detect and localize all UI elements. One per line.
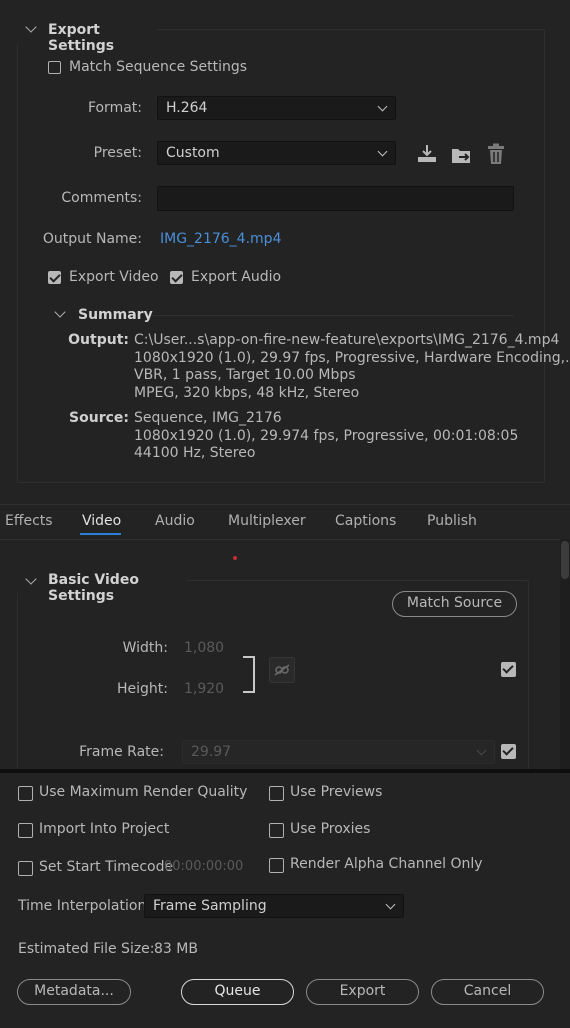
width-label: Width:: [122, 640, 168, 656]
summary-source-line: 1080x1920 (1.0), 29.974 fps, Progressive…: [134, 427, 519, 444]
import-into-project-checkbox[interactable]: [18, 823, 33, 838]
queue-button[interactable]: Queue: [181, 979, 294, 1005]
summary-divider: [150, 315, 514, 316]
frame-rate-checkbox[interactable]: [501, 744, 516, 759]
comments-label: Comments:: [61, 190, 142, 206]
metadata-button[interactable]: Metadata...: [17, 979, 131, 1005]
frame-rate-dropdown[interactable]: 29.97: [182, 740, 495, 764]
export-settings-header[interactable]: Export Settings: [17, 14, 157, 54]
width-value[interactable]: 1,080: [184, 640, 224, 656]
set-start-timecode-checkbox[interactable]: [18, 861, 33, 876]
frame-rate-value: 29.97: [191, 744, 232, 760]
render-alpha-label[interactable]: Render Alpha Channel Only: [290, 856, 483, 872]
set-start-timecode-label[interactable]: Set Start Timecode: [39, 859, 173, 875]
tab-captions[interactable]: Captions: [335, 513, 396, 529]
summary-output-label: Output:: [68, 332, 129, 348]
tab-publish[interactable]: Publish: [427, 513, 477, 529]
chevron-down-icon: [377, 146, 388, 157]
tab-multiplexer[interactable]: Multiplexer: [228, 513, 306, 529]
basic-video-title: Basic Video Settings: [48, 572, 139, 604]
max-render-quality-checkbox[interactable]: [18, 786, 33, 801]
active-tab-underline: [80, 533, 121, 535]
time-interpolation-value: Frame Sampling: [153, 898, 267, 914]
time-interpolation-dropdown[interactable]: Frame Sampling: [144, 894, 404, 918]
cancel-button[interactable]: Cancel: [431, 979, 544, 1005]
frame-rate-label: Frame Rate:: [79, 744, 164, 760]
tab-audio[interactable]: Audio: [155, 513, 195, 529]
export-button[interactable]: Export: [306, 979, 419, 1005]
max-render-quality-label[interactable]: Use Maximum Render Quality: [39, 784, 247, 800]
save-preset-icon[interactable]: [416, 143, 438, 169]
summary-source-values: Sequence, IMG_2176 1080x1920 (1.0), 29.9…: [134, 410, 518, 463]
start-timecode-value[interactable]: 00:00:00:00: [164, 859, 243, 874]
panel-divider[interactable]: [0, 769, 570, 773]
estimated-file-size-value: 83 MB: [154, 941, 198, 957]
output-name-label: Output Name:: [42, 231, 142, 247]
scrollbar-thumb[interactable]: [561, 541, 569, 579]
red-indicator-dot: [233, 556, 237, 560]
summary-source-line: 44100 Hz, Stereo: [134, 445, 256, 461]
use-proxies-label[interactable]: Use Proxies: [290, 821, 370, 837]
summary-source-label: Source:: [69, 410, 129, 426]
time-interpolation-label: Time Interpolation:: [18, 898, 152, 914]
preset-label: Preset:: [93, 145, 142, 161]
unlink-icon[interactable]: [269, 657, 295, 683]
summary-output-line: MPEG, 320 kbps, 48 kHz, Stereo: [134, 384, 360, 401]
summary-output-values: C:\User...s\app-on-fire-new-feature\expo…: [134, 332, 570, 402]
chevron-down-icon: [377, 101, 388, 112]
export-audio-label[interactable]: Export Audio: [191, 269, 281, 285]
summary-source-line: Sequence, IMG_2176: [134, 410, 282, 426]
match-sequence-label[interactable]: Match Sequence Settings: [69, 59, 247, 75]
summary-header[interactable]: Summary: [50, 304, 153, 328]
chevron-down-icon: [25, 21, 37, 33]
export-video-label[interactable]: Export Video: [69, 269, 159, 285]
format-dropdown[interactable]: H.264: [157, 96, 396, 120]
width-height-checkbox[interactable]: [501, 662, 516, 677]
import-into-project-label[interactable]: Import Into Project: [39, 821, 169, 837]
tab-video[interactable]: Video: [82, 513, 121, 529]
use-previews-label[interactable]: Use Previews: [290, 784, 382, 800]
chevron-down-icon: [54, 306, 66, 318]
use-previews-checkbox[interactable]: [269, 786, 284, 801]
import-preset-icon[interactable]: [450, 143, 474, 169]
export-audio-checkbox[interactable]: [170, 271, 183, 284]
estimated-file-size-label: Estimated File Size:: [18, 941, 155, 957]
format-value: H.264: [166, 100, 208, 116]
chevron-down-icon: [385, 899, 396, 910]
preset-dropdown[interactable]: Custom: [157, 141, 396, 165]
output-name-link[interactable]: IMG_2176_4.mp4: [160, 231, 281, 247]
tab-effects[interactable]: Effects: [5, 513, 53, 529]
summary-output-line: VBR, 1 pass, Target 10.00 Mbps: [134, 367, 356, 383]
summary-title: Summary: [78, 307, 153, 323]
comments-field[interactable]: [157, 186, 514, 211]
chevron-down-icon: [25, 573, 37, 585]
height-label: Height:: [117, 681, 168, 697]
basic-video-header[interactable]: Basic Video Settings: [17, 567, 187, 604]
render-alpha-checkbox[interactable]: [269, 858, 284, 873]
match-sequence-checkbox[interactable]: [48, 61, 61, 74]
preset-value: Custom: [166, 145, 220, 161]
chevron-down-icon: [476, 745, 487, 756]
summary-output-line: 1080x1920 (1.0), 29.97 fps, Progressive,…: [134, 349, 570, 366]
link-bracket: [243, 656, 255, 693]
delete-preset-icon[interactable]: [486, 143, 506, 169]
summary-output-line: C:\User...s\app-on-fire-new-feature\expo…: [134, 332, 560, 348]
export-settings-title: Export Settings: [48, 22, 115, 54]
match-source-button[interactable]: Match Source: [392, 591, 517, 617]
height-value[interactable]: 1,920: [184, 681, 224, 697]
use-proxies-checkbox[interactable]: [269, 823, 284, 838]
format-label: Format:: [87, 100, 142, 116]
video-settings-scroll-area: Basic Video Settings Match Source Width:…: [0, 539, 570, 769]
export-video-checkbox[interactable]: [48, 271, 61, 284]
